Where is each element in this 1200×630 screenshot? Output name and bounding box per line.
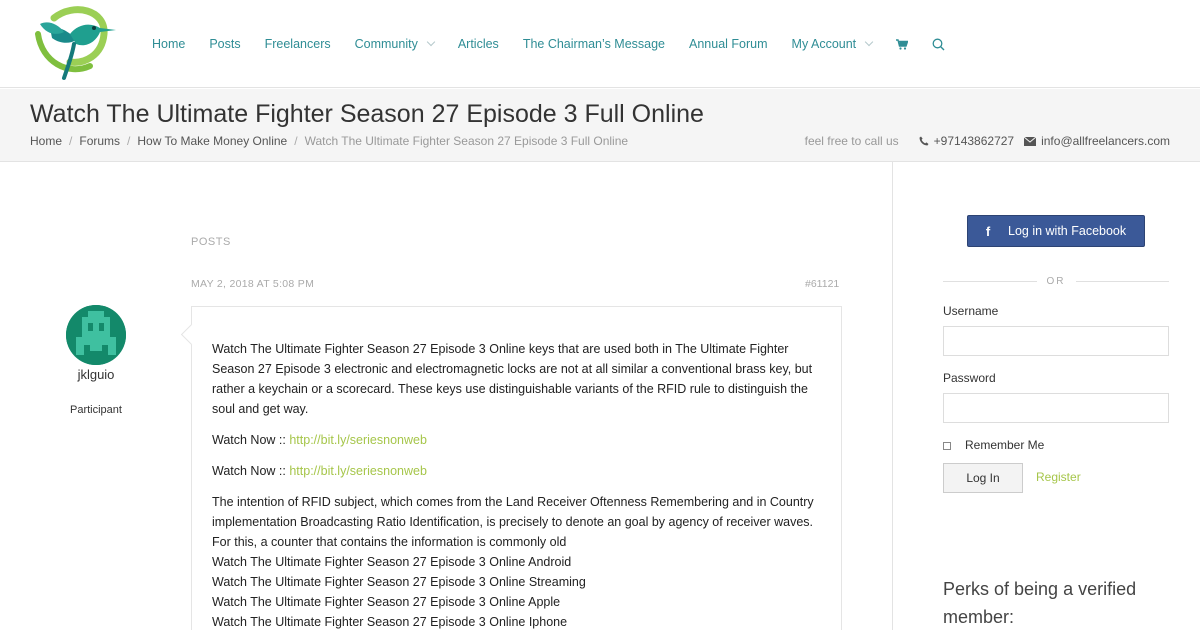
avatar[interactable] [66, 305, 126, 365]
password-input[interactable] [943, 393, 1169, 423]
nav-articles[interactable]: Articles [458, 37, 499, 51]
post-date: MAY 2, 2018 AT 5:08 PM [191, 278, 315, 290]
post-link[interactable]: http://bit.ly/seriesnonweb [289, 433, 427, 447]
site-header: Home Posts Freelancers Community Article… [0, 0, 1200, 88]
watch-now-label: Watch Now :: [212, 433, 286, 447]
remember-me-label: Remember Me [965, 438, 1045, 452]
nav-articles-label: Articles [457, 37, 499, 51]
nav-annual-forum-label: Annual Forum [689, 37, 768, 51]
remember-me-checkbox[interactable] [943, 442, 951, 450]
nav-chairmans-message-label: The Chairman’s Message [522, 37, 666, 51]
post-watch-now-line: Watch Now :: http://bit.ly/seriesnonweb [212, 461, 821, 481]
contact-tagline: feel free to call us [804, 134, 899, 148]
contact-email-address: info@allfreelancers.com [1041, 134, 1170, 148]
watch-now-label: Watch Now :: [212, 464, 286, 478]
username-label: Username [943, 304, 999, 318]
contact-info: feel free to call us +97143862727 info@a… [805, 134, 1170, 148]
contact-phone[interactable]: +97143862727 [919, 134, 1014, 148]
phone-icon [919, 136, 929, 146]
nav-annual-forum[interactable]: Annual Forum [689, 37, 768, 51]
post-line: Watch The Ultimate Fighter Season 27 Epi… [212, 615, 568, 629]
nav-my-account[interactable]: My Account [791, 37, 874, 51]
nav-community[interactable]: Community [354, 37, 436, 51]
nav-my-account-label: My Account [791, 37, 857, 51]
sidebar: f Log in with Facebook OR Username Passw… [892, 162, 1200, 630]
divider-line [1075, 280, 1169, 282]
post-permalink[interactable]: #61121 [805, 278, 839, 290]
or-divider: OR [943, 275, 1169, 287]
remember-me[interactable]: Remember Me [943, 438, 1044, 452]
page-title: Watch The Ultimate Fighter Season 27 Epi… [30, 100, 704, 128]
chevron-down-icon [864, 37, 874, 47]
breadcrumb-separator: / [294, 134, 298, 148]
chevron-down-icon [426, 37, 436, 47]
main-content: POSTS MAY 2, 2018 AT 5:08 PM #61121 jklg… [0, 162, 892, 630]
or-text: OR [1046, 275, 1066, 287]
nav-community-label: Community [354, 37, 418, 51]
posts-section-label: POSTS [191, 236, 231, 248]
breadcrumb: Home / Forums / How To Make Money Online… [30, 134, 628, 148]
nav-chairmans-message[interactable]: The Chairman’s Message [523, 37, 665, 51]
cart-icon[interactable] [896, 38, 909, 50]
post-paragraph: The intention of RFID subject, which com… [212, 495, 814, 549]
nav-posts-label: Posts [209, 37, 241, 51]
nav-freelancers-label: Freelancers [264, 37, 331, 51]
nav-freelancers[interactable]: Freelancers [265, 37, 331, 51]
perks-heading: Perks of being a verified member: [943, 579, 1137, 627]
facebook-login-label: Log in with Facebook [1008, 224, 1127, 238]
breadcrumb-home[interactable]: Home [30, 134, 62, 148]
divider-line [943, 280, 1037, 282]
breadcrumb-current: Watch The Ultimate Fighter Season 27 Epi… [304, 134, 629, 148]
search-icon[interactable] [932, 38, 945, 51]
post-line: Watch The Ultimate Fighter Season 27 Epi… [212, 575, 586, 589]
username-input[interactable] [943, 326, 1169, 356]
nav-posts[interactable]: Posts [209, 37, 240, 51]
post-link[interactable]: http://bit.ly/seriesnonweb [289, 464, 427, 478]
breadcrumb-separator: / [69, 134, 73, 148]
contact-phone-number: +97143862727 [933, 134, 1015, 148]
login-button[interactable]: Log In [943, 463, 1023, 493]
author-role: Participant [70, 404, 122, 416]
post-paragraph: Watch The Ultimate Fighter Season 27 Epi… [212, 342, 813, 416]
title-bar: Watch The Ultimate Fighter Season 27 Epi… [0, 89, 1200, 162]
nav-home[interactable]: Home [152, 37, 185, 51]
post-author: jklguio Participant [40, 305, 152, 416]
nav-home-label: Home [152, 37, 186, 51]
breadcrumb-forum[interactable]: How To Make Money Online [137, 134, 287, 148]
site-logo[interactable] [30, 4, 120, 84]
register-link[interactable]: Register [1036, 470, 1081, 484]
envelope-icon [1024, 136, 1037, 146]
password-label: Password [943, 371, 996, 385]
post-watch-now-line: Watch Now :: http://bit.ly/seriesnonweb [212, 430, 821, 450]
facebook-login-button[interactable]: f Log in with Facebook [967, 215, 1145, 247]
main-nav: Home Posts Freelancers Community Article… [152, 0, 969, 88]
breadcrumb-forums[interactable]: Forums [79, 134, 120, 148]
contact-email[interactable]: info@allfreelancers.com [1024, 134, 1170, 148]
author-name[interactable]: jklguio [40, 367, 152, 382]
post-body: Watch The Ultimate Fighter Season 27 Epi… [191, 306, 842, 630]
facebook-icon: f [985, 223, 991, 239]
post-line: Watch The Ultimate Fighter Season 27 Epi… [212, 595, 561, 609]
post-line: Watch The Ultimate Fighter Season 27 Epi… [212, 555, 572, 569]
breadcrumb-separator: / [127, 134, 131, 148]
